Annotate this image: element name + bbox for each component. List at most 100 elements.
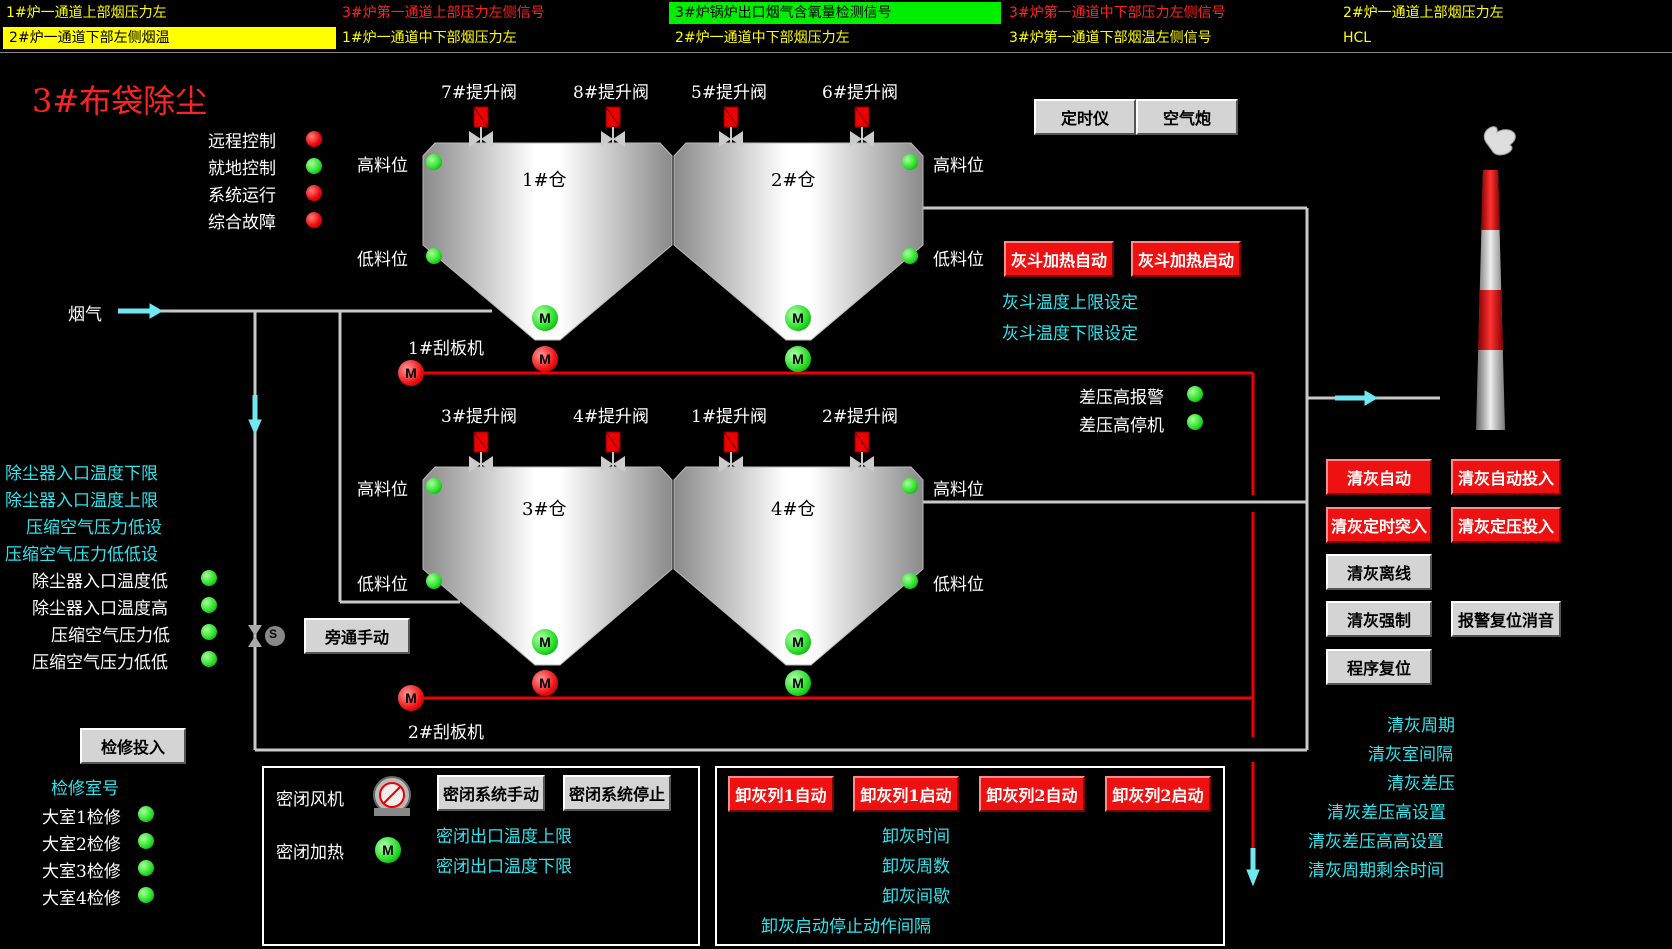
high-level-lamp: [902, 154, 918, 170]
room-4-maintenance-label: 大室4检修: [42, 889, 121, 909]
status-lamp-remote: [306, 131, 322, 147]
seal-outlet-temp-lower[interactable]: 密闭出口温度下限: [436, 852, 572, 877]
silo-4-label: 4#仓: [771, 499, 816, 520]
seal-heat-label: 密闭加热: [276, 843, 344, 863]
inlet-temp-high-lamp: [201, 597, 217, 613]
silo-4-discharge-motor[interactable]: M: [785, 629, 811, 655]
low-level-label: 低料位: [933, 575, 984, 595]
seal-fan-label: 密闭风机: [276, 790, 344, 810]
program-reset-button[interactable]: 程序复位: [1326, 649, 1432, 685]
poppet-valve-6[interactable]: [849, 105, 875, 147]
timer-button[interactable]: 定时仪: [1034, 99, 1136, 135]
maintenance-button[interactable]: 检修投入: [80, 728, 186, 764]
silo-2-discharge-motor[interactable]: M: [785, 305, 811, 331]
poppet-valve-2[interactable]: [849, 430, 875, 472]
high-level-label: 高料位: [357, 480, 408, 500]
seal-fan-icon[interactable]: [372, 775, 414, 817]
scraper-2-label: 2#刮板机: [408, 723, 485, 743]
valve-label-6: 6#提升阀: [822, 83, 899, 103]
status-lamp-fault: [306, 212, 322, 228]
alarm-reset-button[interactable]: 报警复位消音: [1451, 601, 1561, 637]
clean-timed-button[interactable]: 清灰定时突入: [1326, 507, 1432, 543]
inlet-temp-low-setting[interactable]: 除尘器入口温度下限: [5, 459, 158, 484]
poppet-valve-8[interactable]: [600, 105, 626, 147]
valve-label-2: 2#提升阀: [822, 407, 899, 427]
poppet-valve-3[interactable]: [468, 430, 494, 472]
scraper-2-motor[interactable]: M: [398, 685, 424, 711]
unload-action-interval-setting[interactable]: 卸灰启动停止动作间隔: [761, 912, 931, 937]
flue-gas-label: 烟气: [68, 305, 102, 325]
status-lamp-running: [306, 185, 322, 201]
low-level-lamp: [902, 573, 918, 589]
high-level-label: 高料位: [357, 156, 408, 176]
unload-col1-auto-button[interactable]: 卸灰列1自动: [728, 776, 834, 812]
clean-auto-button[interactable]: 清灰自动: [1326, 459, 1432, 495]
silo-shapes-lower: [422, 466, 924, 666]
poppet-valve-7[interactable]: [468, 105, 494, 147]
inlet-temp-high-label: 除尘器入口温度高: [32, 599, 168, 619]
silo-2-valve-motor[interactable]: M: [785, 346, 811, 372]
unload-interval-setting[interactable]: 卸灰间歇: [882, 882, 950, 907]
low-level-lamp: [902, 248, 918, 264]
room-3-maintenance-label: 大室3检修: [42, 862, 121, 882]
clean-dp-setting[interactable]: 清灰差压: [1387, 769, 1455, 794]
seal-stop-button[interactable]: 密闭系统停止: [563, 775, 671, 811]
low-level-lamp: [426, 573, 442, 589]
chimney-shape: [1476, 126, 1516, 430]
air-pressure-low-lamp: [201, 624, 217, 640]
silo-3-label: 3#仓: [522, 499, 567, 520]
air-pressure-lowlow-setting[interactable]: 压缩空气压力低低设: [5, 540, 158, 565]
unload-col1-start-button[interactable]: 卸灰列1启动: [853, 776, 959, 812]
hopper-heat-auto-button[interactable]: 灰斗加热自动: [1004, 241, 1114, 277]
inlet-temp-high-setting[interactable]: 除尘器入口温度上限: [5, 486, 158, 511]
clean-cycle-remaining-time[interactable]: 清灰周期剩余时间: [1308, 856, 1444, 881]
scraper-1-label: 1#刮板机: [408, 339, 485, 359]
clean-room-interval-setting[interactable]: 清灰室间隔: [1368, 740, 1453, 765]
room-4-maintenance-lamp: [138, 887, 154, 903]
high-level-lamp: [426, 478, 442, 494]
air-pressure-lowlow-lamp: [201, 651, 217, 667]
hopper-temp-upper-setting[interactable]: 灰斗温度上限设定: [1002, 288, 1138, 313]
status-label-running: 系统运行: [208, 186, 276, 206]
poppet-valve-1[interactable]: [718, 430, 744, 472]
room-1-maintenance-label: 大室1检修: [42, 808, 121, 828]
hopper-temp-lower-setting[interactable]: 灰斗温度下限设定: [1002, 319, 1138, 344]
seal-heat-motor[interactable]: M: [375, 837, 401, 863]
silo-shapes-upper: [422, 142, 924, 341]
unload-cycles-setting[interactable]: 卸灰周数: [882, 852, 950, 877]
air-pressure-lowlow-label: 压缩空气压力低低: [32, 653, 168, 673]
valve-label-4: 4#提升阀: [573, 407, 650, 427]
unload-col2-start-button[interactable]: 卸灰列2启动: [1105, 776, 1211, 812]
clean-dp-highhigh-setting[interactable]: 清灰差压高高设置: [1308, 827, 1444, 852]
silo-1-label: 1#仓: [522, 170, 567, 191]
hopper-heat-start-button[interactable]: 灰斗加热启动: [1131, 241, 1241, 277]
scraper-1-motor[interactable]: M: [398, 360, 424, 386]
bypass-valve[interactable]: [244, 622, 286, 650]
air-pressure-low-setting[interactable]: 压缩空气压力低设: [26, 513, 162, 538]
silo-3-discharge-motor[interactable]: M: [532, 629, 558, 655]
unload-time-setting[interactable]: 卸灰时间: [882, 822, 950, 847]
unload-col2-auto-button[interactable]: 卸灰列2自动: [979, 776, 1085, 812]
clean-force-button[interactable]: 清灰强制: [1326, 601, 1432, 637]
poppet-valve-5[interactable]: [718, 105, 744, 147]
clean-cycle-setting[interactable]: 清灰周期: [1387, 711, 1455, 736]
seal-manual-button[interactable]: 密闭系统手动: [437, 775, 545, 811]
clean-offline-button[interactable]: 清灰离线: [1326, 554, 1432, 590]
silo-1-valve-motor[interactable]: M: [532, 346, 558, 372]
room-2-maintenance-label: 大室2检修: [42, 835, 121, 855]
air-pressure-low-label: 压缩空气压力低: [51, 626, 170, 646]
maintenance-room-number[interactable]: 检修室号: [51, 774, 119, 799]
status-lamp-local: [306, 158, 322, 174]
silo-4-valve-motor[interactable]: M: [785, 670, 811, 696]
clean-dp-high-setting[interactable]: 清灰差压高设置: [1327, 798, 1446, 823]
seal-outlet-temp-upper[interactable]: 密闭出口温度上限: [436, 822, 572, 847]
silo-1-discharge-motor[interactable]: M: [532, 305, 558, 331]
room-2-maintenance-lamp: [138, 833, 154, 849]
air-cannon-button[interactable]: 空气炮: [1136, 99, 1238, 135]
valve-label-3: 3#提升阀: [441, 407, 518, 427]
poppet-valve-4[interactable]: [600, 430, 626, 472]
bypass-manual-button[interactable]: 旁通手动: [304, 618, 410, 654]
clean-pressure-button[interactable]: 清灰定压投入: [1451, 507, 1561, 543]
clean-auto-on-button[interactable]: 清灰自动投入: [1451, 459, 1561, 495]
silo-3-valve-motor[interactable]: M: [532, 670, 558, 696]
